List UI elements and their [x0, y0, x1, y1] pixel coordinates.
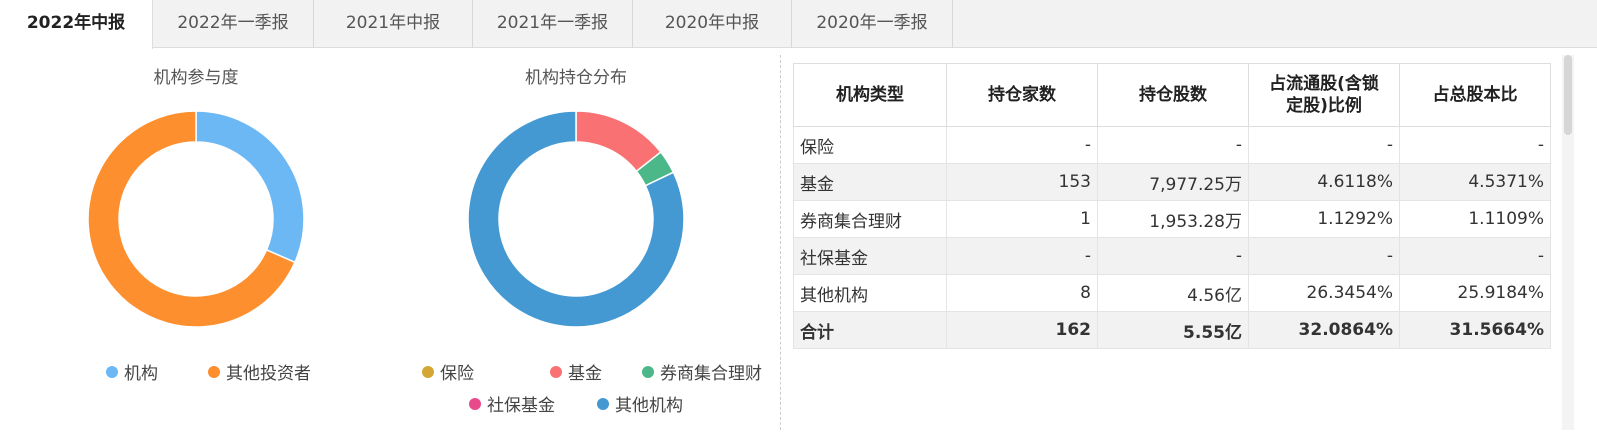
scrollbar-thumb[interactable] [1564, 55, 1572, 135]
cell-count: 8 [946, 274, 1098, 312]
tab-2021-h1[interactable]: 2021年中报 [314, 0, 473, 48]
cell-count: - [946, 126, 1098, 164]
tab-2020-h1[interactable]: 2020年中报 [633, 0, 792, 48]
table-row: 其他机构 8 4.56亿 26.3454% 25.9184% [793, 274, 1551, 312]
legend-item-institution[interactable]: 机构 [106, 359, 158, 384]
legend-dot [106, 365, 118, 378]
cell-float-ratio: 4.6118% [1248, 163, 1400, 201]
participation-donut-chart [87, 110, 305, 328]
cell-float-ratio: 1.1292% [1248, 200, 1400, 238]
cell-total-ratio: 1.1109% [1399, 200, 1551, 238]
tab-2022-q1[interactable]: 2022年一季报 [153, 0, 314, 48]
cell-total-ratio: 25.9184% [1399, 274, 1551, 312]
table-total-row: 合计 162 5.55亿 32.0864% 31.5664% [793, 311, 1551, 349]
tab-2020-q1[interactable]: 2020年一季报 [792, 0, 953, 48]
table-row: 保险 - - - - [793, 126, 1551, 164]
cell-type: 券商集合理财 [793, 200, 947, 238]
tab-2022-h1[interactable]: 2022年中报 [0, 0, 153, 49]
cell-type: 社保基金 [793, 237, 947, 275]
legend-dot [597, 397, 609, 410]
col-header-count: 持仓家数 [946, 63, 1098, 127]
cell-type: 基金 [793, 163, 947, 201]
vertical-scrollbar[interactable] [1562, 55, 1574, 430]
col-header-shares: 持仓股数 [1097, 63, 1249, 127]
legend-dot [550, 365, 562, 378]
cell-shares: 4.56亿 [1097, 274, 1249, 312]
legend-item-other-institutions[interactable]: 其他机构 [597, 391, 683, 416]
cell-type: 合计 [793, 311, 947, 349]
cell-total-ratio: 31.5664% [1399, 311, 1551, 349]
cell-float-ratio: 26.3454% [1248, 274, 1400, 312]
col-header-total-ratio: 占总股本比 [1399, 63, 1551, 127]
cell-shares: 5.55亿 [1097, 311, 1249, 349]
legend-dot [642, 365, 654, 378]
legend-dot [208, 365, 220, 378]
cell-shares: - [1097, 126, 1249, 164]
tab-2021-q1[interactable]: 2021年一季报 [473, 0, 633, 48]
table-row: 券商集合理财 1 1,953.28万 1.1292% 1.1109% [793, 200, 1551, 238]
col-header-float-ratio: 占流通股(含锁定股)比例 [1248, 63, 1400, 127]
cell-float-ratio: - [1248, 237, 1400, 275]
legend-label: 社保基金 [487, 396, 555, 416]
chart-title-holdings: 机构持仓分布 [525, 68, 627, 88]
legend-label: 其他投资者 [226, 364, 311, 384]
legend-label: 保险 [440, 364, 474, 384]
cell-count: - [946, 237, 1098, 275]
legend-dot [422, 365, 434, 378]
cell-total-ratio: - [1399, 126, 1551, 164]
table-header-row: 机构类型 持仓家数 持仓股数 占流通股(含锁定股)比例 占总股本比 [793, 63, 1551, 127]
legend-item-broker-wealth[interactable]: 券商集合理财 [642, 359, 762, 384]
legend-item-other-investors[interactable]: 其他投资者 [208, 359, 311, 384]
cell-shares: - [1097, 237, 1249, 275]
legend-label: 其他机构 [615, 396, 683, 416]
cell-total-ratio: - [1399, 237, 1551, 275]
section-divider [780, 55, 781, 430]
cell-count: 153 [946, 163, 1098, 201]
cell-count: 1 [946, 200, 1098, 238]
cell-type: 其他机构 [793, 274, 947, 312]
legend-item-insurance[interactable]: 保险 [422, 359, 474, 384]
legend-item-social-security[interactable]: 社保基金 [469, 391, 555, 416]
cell-shares: 1,953.28万 [1097, 200, 1249, 238]
cell-shares: 7,977.25万 [1097, 163, 1249, 201]
holdings-donut-chart [467, 110, 685, 328]
chart-title-participation: 机构参与度 [153, 68, 239, 88]
table-row: 基金 153 7,977.25万 4.6118% 4.5371% [793, 163, 1551, 201]
col-header-type: 机构类型 [793, 63, 947, 127]
cell-total-ratio: 4.5371% [1399, 163, 1551, 201]
cell-type: 保险 [793, 126, 947, 164]
report-period-tabs: 2022年中报 2022年一季报 2021年中报 2021年一季报 2020年中… [0, 0, 1597, 49]
cell-float-ratio: 32.0864% [1248, 311, 1400, 349]
legend-label: 券商集合理财 [660, 364, 762, 384]
cell-float-ratio: - [1248, 126, 1400, 164]
legend-label: 机构 [124, 364, 158, 384]
cell-count: 162 [946, 311, 1098, 349]
donut-slice-0[interactable] [195, 110, 305, 264]
institution-holdings-table: 机构类型 持仓家数 持仓股数 占流通股(含锁定股)比例 占总股本比 保险 - -… [793, 63, 1551, 349]
legend-label: 基金 [568, 364, 602, 384]
table-row: 社保基金 - - - - [793, 237, 1551, 275]
legend-item-fund[interactable]: 基金 [550, 359, 602, 384]
legend-dot [469, 397, 481, 410]
